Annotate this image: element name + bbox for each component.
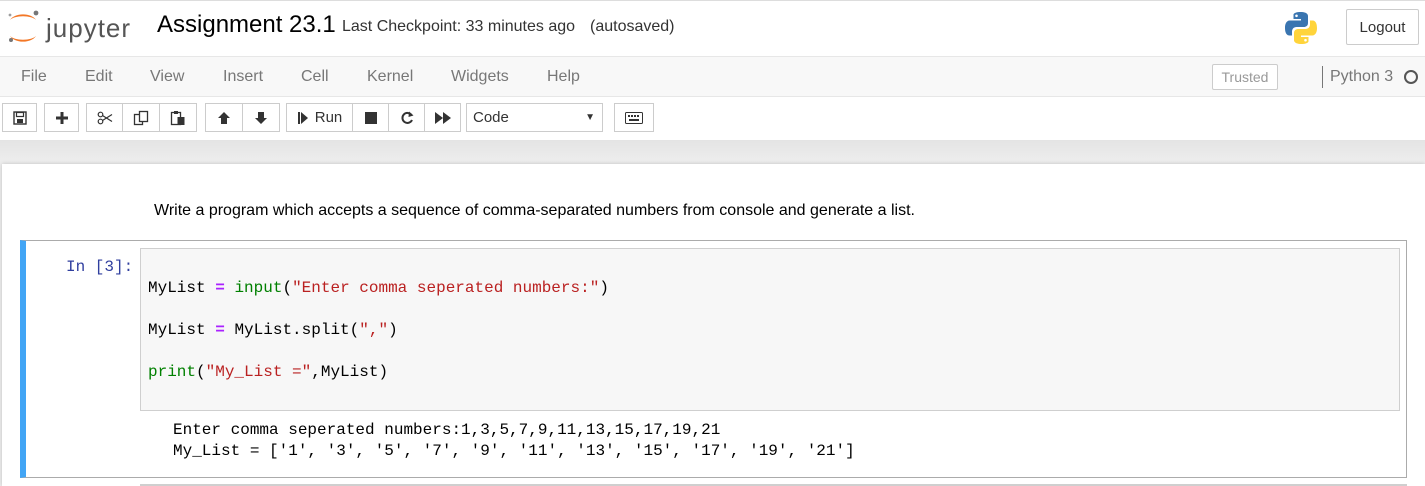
kernel-separator — [1322, 66, 1323, 88]
cell-type-value: Code — [473, 109, 509, 126]
menu-insert[interactable]: Insert — [223, 68, 263, 86]
python-logo-icon — [1285, 12, 1317, 44]
restart-kernel-button[interactable] — [388, 103, 425, 132]
stop-icon — [364, 111, 377, 124]
copy-icon — [133, 110, 149, 125]
paste-button[interactable] — [159, 103, 197, 132]
markdown-cell[interactable]: Write a program which accepts a sequence… — [154, 202, 915, 220]
save-button[interactable] — [2, 103, 37, 132]
interrupt-kernel-button[interactable] — [352, 103, 389, 132]
notebook-top-shadow — [0, 140, 1425, 164]
jupyter-orbit-icon — [8, 10, 39, 42]
arrow-down-icon — [255, 111, 267, 124]
fast-forward-icon — [434, 111, 451, 124]
copy-button[interactable] — [122, 103, 160, 132]
paste-icon — [170, 110, 185, 125]
arrow-up-icon — [218, 111, 230, 124]
move-cell-down-button[interactable] — [242, 103, 280, 132]
menu-edit[interactable]: Edit — [85, 68, 113, 86]
checkpoint-status: Last Checkpoint: 33 minutes ago — [342, 18, 576, 35]
kernel-idle-icon — [1404, 70, 1418, 84]
kernel-name[interactable]: Python 3 — [1330, 68, 1393, 86]
scissors-icon — [97, 111, 112, 124]
menu-widgets[interactable]: Widgets — [451, 68, 509, 86]
jupyter-wordmark: jupyter — [46, 13, 132, 43]
cut-button[interactable] — [86, 103, 123, 132]
code-line-3: print("My_List =",MyList) — [148, 363, 389, 381]
trusted-indicator[interactable]: Trusted — [1212, 64, 1278, 90]
output-line-1: Enter comma seperated numbers:1,3,5,7,9,… — [173, 421, 721, 439]
menu-help[interactable]: Help — [547, 68, 580, 86]
menu-file[interactable]: File — [21, 68, 47, 86]
run-button[interactable]: Run — [286, 103, 353, 132]
menubar: File Edit View Insert Cell Kernel Widget… — [0, 56, 1425, 97]
cell-type-select[interactable]: Code ▼ — [466, 103, 603, 132]
move-cell-up-button[interactable] — [205, 103, 243, 132]
notebook-title[interactable]: Assignment 23.1 — [157, 11, 336, 39]
refresh-icon — [400, 111, 413, 124]
autosave-status: (autosaved) — [590, 18, 675, 35]
menu-view[interactable]: View — [150, 68, 184, 86]
restart-run-all-button[interactable] — [424, 103, 461, 132]
jupyter-logo[interactable]: jupyter — [6, 7, 146, 47]
menu-cell[interactable]: Cell — [301, 68, 329, 86]
toolbar: Run Code ▼ — [0, 98, 1425, 140]
keyboard-icon — [625, 111, 643, 124]
menu-kernel[interactable]: Kernel — [367, 68, 413, 86]
insert-cell-button[interactable] — [44, 103, 79, 132]
plus-icon — [55, 111, 68, 124]
output-line-2: My_List = ['1', '3', '5', '7', '9', '11'… — [173, 442, 855, 460]
command-palette-button[interactable] — [614, 103, 654, 132]
code-line-2: MyList = MyList.split(",") — [148, 321, 398, 339]
step-forward-icon — [297, 111, 308, 124]
input-prompt: In [3]: — [66, 258, 134, 276]
save-icon — [12, 110, 27, 125]
dropdown-arrow-icon: ▼ — [585, 112, 595, 123]
code-line-1: MyList = input("Enter comma seperated nu… — [148, 279, 609, 297]
run-label: Run — [314, 109, 343, 126]
logout-button[interactable]: Logout — [1346, 9, 1419, 45]
